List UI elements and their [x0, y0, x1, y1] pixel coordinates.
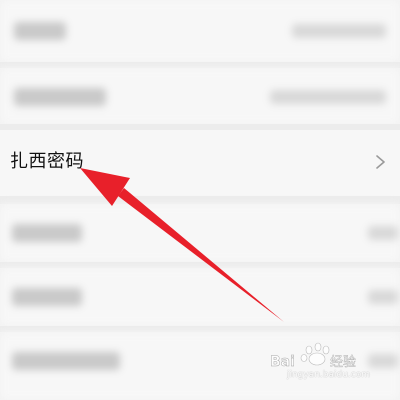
- settings-row-blurred-1[interactable]: [0, 0, 400, 62]
- baidu-watermark: Bai 经验 jingyan.baidu.com: [268, 342, 378, 390]
- watermark-brand: Bai: [270, 354, 295, 370]
- watermark-url: jingyan.baidu.com: [286, 370, 370, 380]
- divider: [0, 196, 400, 204]
- blurred-value-2: [270, 90, 386, 104]
- settings-row-password[interactable]: 扎西密码: [0, 130, 400, 196]
- watermark-suffix: 经验: [330, 354, 356, 370]
- blurred-value-1: [292, 24, 386, 38]
- blurred-value-3: [368, 226, 398, 240]
- password-row-label: 扎西密码: [10, 151, 84, 172]
- blurred-label-1: [14, 22, 66, 40]
- settings-row-blurred-4[interactable]: [0, 268, 400, 326]
- chevron-right-icon: [376, 155, 385, 169]
- blurred-value-4: [368, 290, 398, 304]
- settings-row-blurred-2[interactable]: [0, 68, 400, 124]
- settings-row-blurred-3[interactable]: [0, 204, 400, 262]
- baidu-paw-logo-icon: Bai 经验: [270, 342, 356, 370]
- blurred-label-3: [12, 224, 82, 242]
- blurred-label-4: [12, 288, 82, 306]
- blurred-label-2: [14, 88, 106, 106]
- blurred-label-5: [12, 352, 120, 370]
- settings-screen: 扎西密码 Bai 经验 jingyan.baidu.com: [0, 0, 400, 400]
